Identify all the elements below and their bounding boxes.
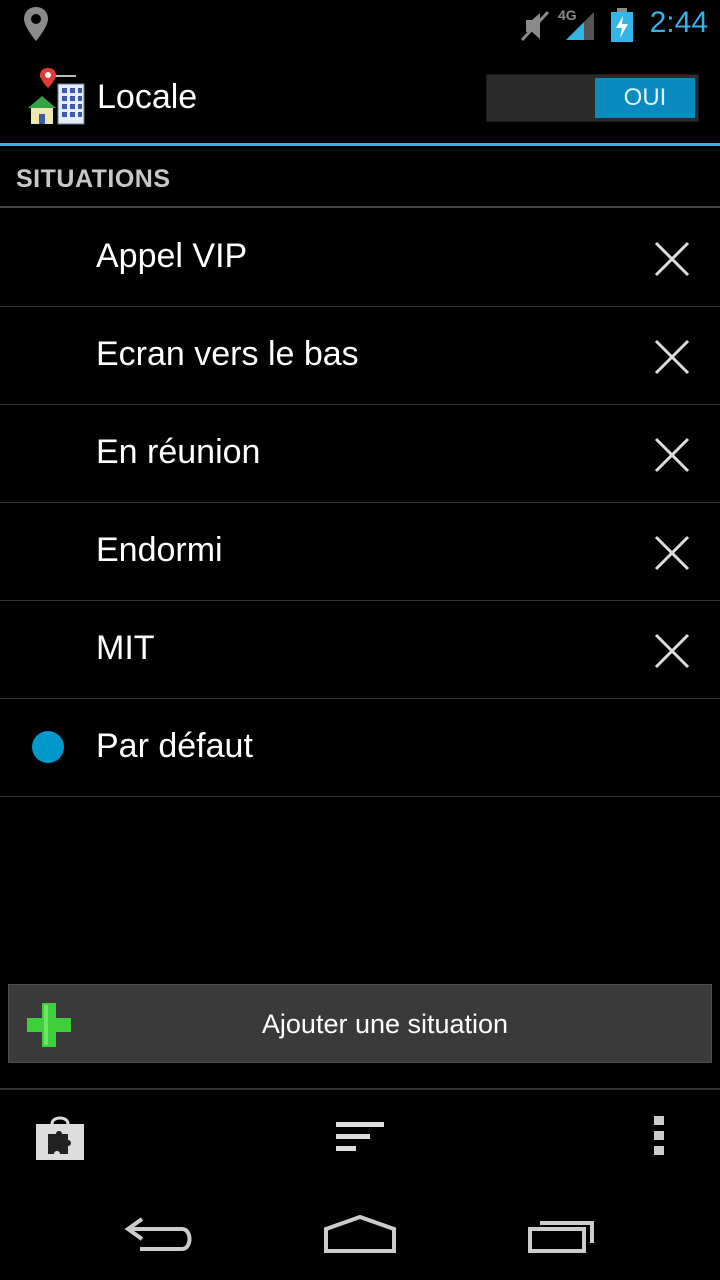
plugin-store-icon[interactable]: [34, 1110, 86, 1162]
muted-icon: [520, 10, 550, 42]
situation-label: Endormi: [96, 531, 223, 569]
situation-label: Appel VIP: [96, 237, 248, 275]
toggle-on-label: OUI: [595, 78, 695, 118]
location-icon: [24, 7, 48, 41]
action-bar-divider: [0, 143, 720, 146]
overflow-menu-icon[interactable]: [652, 1114, 666, 1158]
list-item[interactable]: Par défaut: [0, 699, 720, 797]
delete-icon[interactable]: [652, 631, 692, 671]
svg-text:4G: 4G: [558, 7, 577, 23]
bottom-action-bar: [0, 1090, 720, 1185]
situations-list: Appel VIP Ecran vers le bas En réunion E…: [0, 209, 720, 797]
list-item[interactable]: En réunion: [0, 405, 720, 503]
app-logo-icon: [28, 68, 85, 125]
back-icon[interactable]: [124, 1213, 196, 1255]
section-header: SITUATIONS: [16, 165, 171, 193]
situation-label: Par défaut: [96, 727, 253, 765]
list-item[interactable]: MIT: [0, 601, 720, 699]
add-situation-label: Ajouter une situation: [261, 1009, 509, 1039]
delete-icon[interactable]: [652, 533, 692, 573]
section-divider: [0, 206, 720, 208]
delete-icon[interactable]: [652, 435, 692, 475]
signal-4g-icon: 4G: [558, 7, 594, 40]
status-time: 2:44: [649, 6, 708, 39]
situation-label: Ecran vers le bas: [96, 335, 359, 373]
list-item[interactable]: Ecran vers le bas: [0, 307, 720, 405]
delete-icon[interactable]: [652, 239, 692, 279]
list-item[interactable]: Endormi: [0, 503, 720, 601]
delete-icon[interactable]: [652, 337, 692, 377]
app-title: Locale: [97, 78, 198, 116]
battery-charging-icon: [611, 8, 633, 42]
situation-label: MIT: [96, 629, 155, 667]
situation-label: En réunion: [96, 433, 261, 471]
enable-toggle[interactable]: OUI: [486, 74, 699, 122]
add-situation-button[interactable]: Ajouter une situation: [8, 984, 712, 1063]
home-icon[interactable]: [322, 1213, 398, 1255]
sort-icon[interactable]: [334, 1120, 386, 1154]
list-item[interactable]: Appel VIP: [0, 209, 720, 307]
active-indicator-icon: [32, 731, 64, 763]
status-bar: 4G 2:44: [0, 0, 720, 50]
navigation-bar: [0, 1185, 720, 1280]
action-bar: Locale OUI: [0, 50, 720, 144]
recent-apps-icon[interactable]: [526, 1215, 598, 1255]
